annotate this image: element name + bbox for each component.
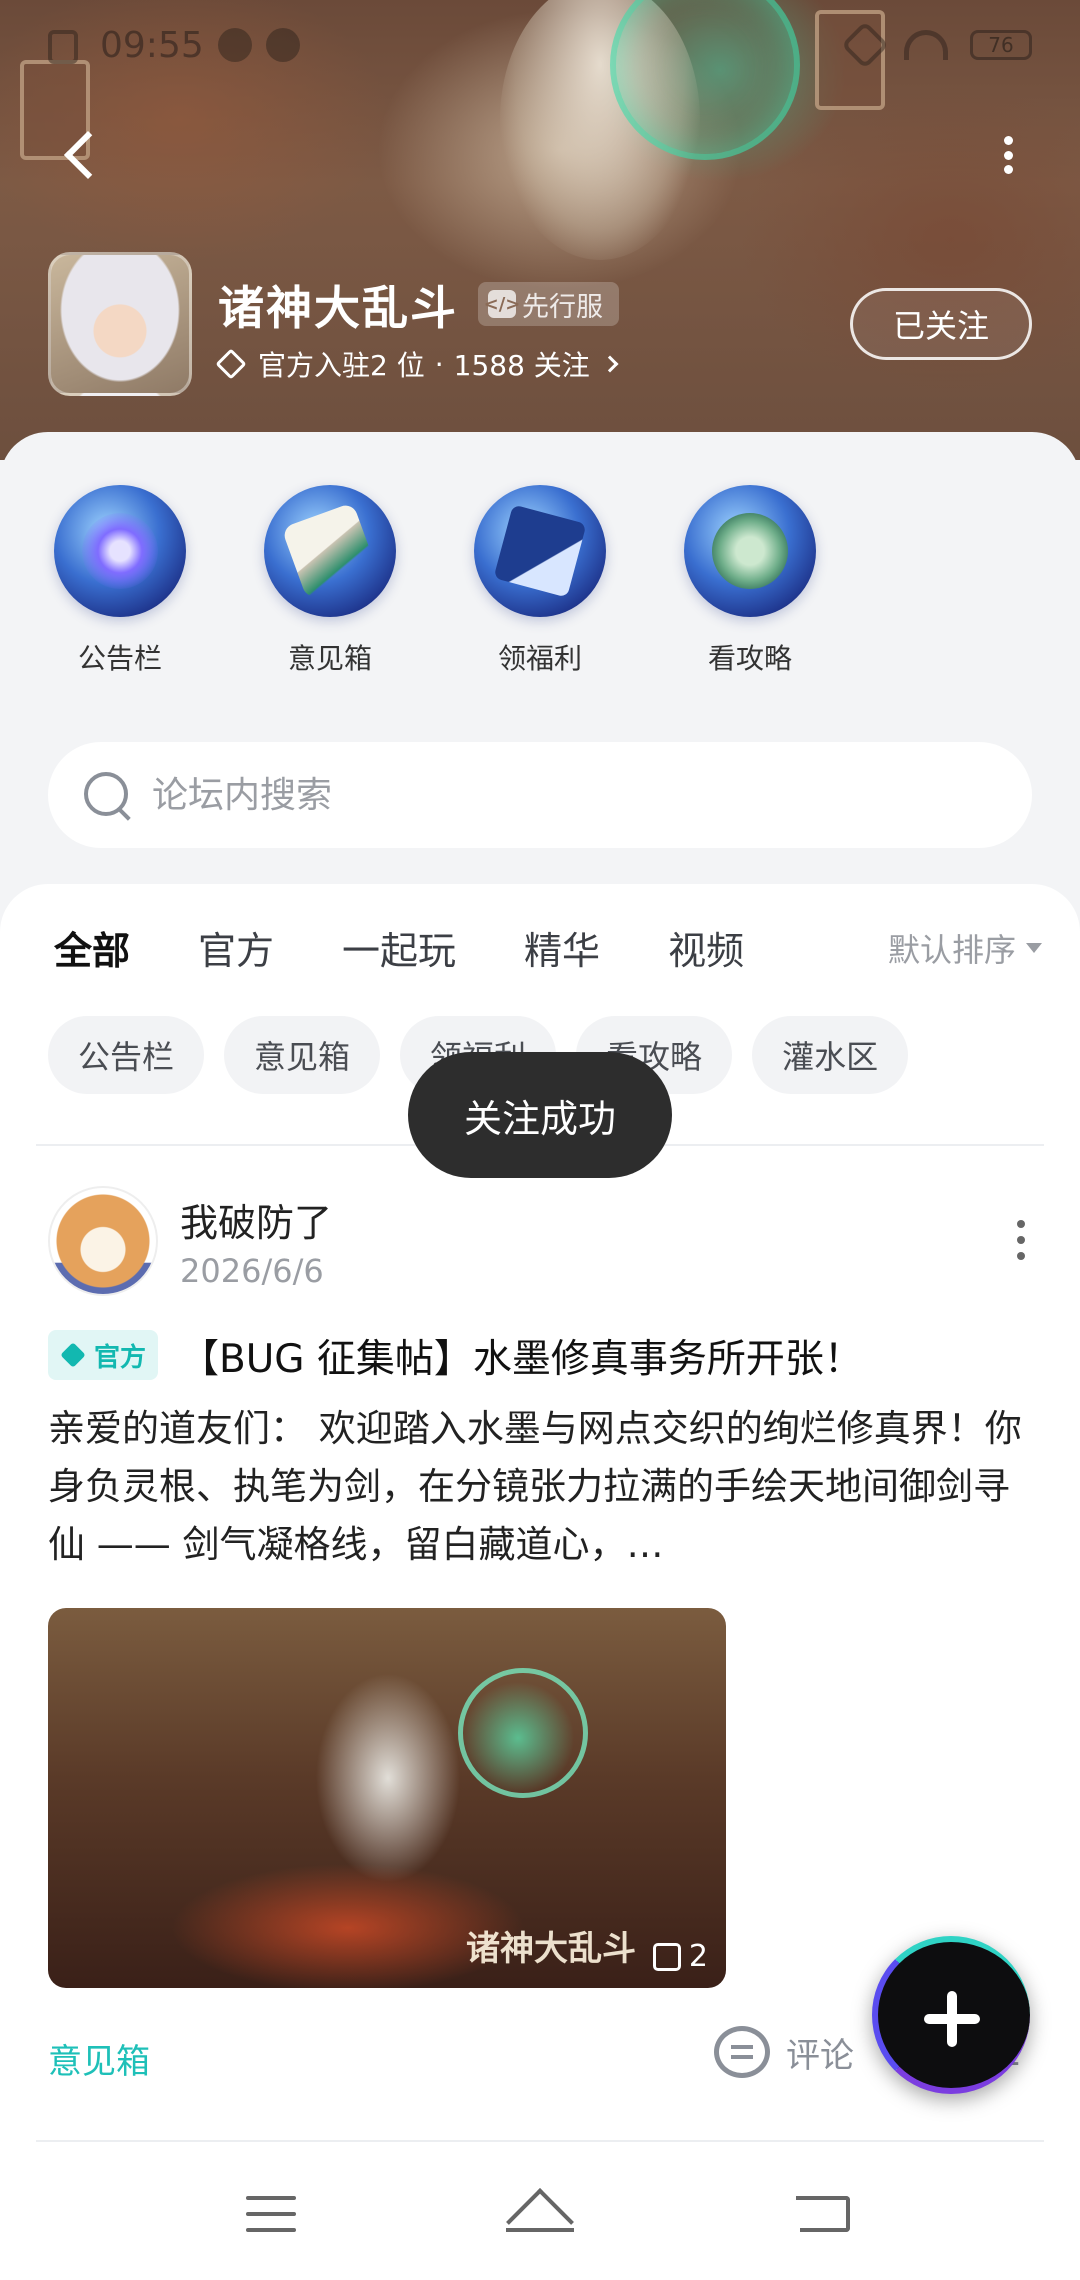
code-icon: </> [484, 290, 520, 318]
battery-icon: 76 [970, 30, 1032, 60]
tab-video[interactable]: 视频 [668, 920, 744, 975]
follower-count: 1588 关注 [453, 349, 590, 382]
sort-dropdown[interactable]: 默认排序 [888, 925, 1042, 971]
status-time: 09:55 [100, 24, 204, 66]
toast-message: 关注成功 [408, 1052, 672, 1178]
notification-icon [48, 30, 78, 64]
post-body[interactable]: 亲爱的道友们： 欢迎踏入水墨与网点交织的绚烂修真界！你身负灵根、执笔为剑，在分镜… [48, 1400, 1038, 1574]
scroll-orb-icon [264, 485, 396, 617]
caret-down-icon [1026, 943, 1042, 953]
image-watermark: 诸神大乱斗 [466, 1929, 636, 1969]
image-count-value: 2 [688, 1939, 708, 1974]
flag-orb-icon [474, 485, 606, 617]
post-category-tag[interactable]: 意见箱 [48, 2034, 150, 2083]
image-count: 2 [652, 1939, 708, 1974]
meta-separator: · [434, 347, 444, 381]
quick-link-guides[interactable]: 看攻略 [680, 485, 820, 677]
home-icon[interactable] [506, 2188, 574, 2256]
game-title: 诸神大乱斗 [218, 281, 458, 335]
post-more-button[interactable] [1014, 1220, 1028, 1260]
wifi-icon [904, 30, 948, 60]
comment-label: 评论 [786, 2035, 854, 2076]
image-art-ring [458, 1668, 588, 1798]
gallery-icon [652, 1942, 681, 1971]
tab-play-together[interactable]: 一起玩 [342, 920, 456, 975]
quick-link-feedback[interactable]: 意见箱 [260, 485, 400, 677]
follow-button[interactable]: 已关注 [850, 288, 1032, 360]
chip-bulletin[interactable]: 公告栏 [48, 1016, 205, 1094]
mute-icon [840, 20, 890, 70]
quick-link-bulletin[interactable]: 公告栏 [50, 485, 190, 677]
search-icon [82, 770, 132, 820]
search-input[interactable] [152, 774, 952, 816]
game-meta-link[interactable]: 官方入驻2 位 · 1588 关注 [215, 344, 619, 384]
app-notification-icon [265, 28, 300, 62]
official-count: 官方入驻2 位 [258, 349, 425, 382]
official-badge: 官方 [48, 1330, 159, 1380]
quick-link-label: 领福利 [497, 642, 582, 675]
back-button[interactable] [56, 125, 113, 185]
official-badge-label: 官方 [94, 1342, 147, 1373]
back-nav-icon[interactable] [796, 2196, 850, 2232]
forum-search-bar[interactable] [48, 742, 1032, 848]
more-options-button[interactable] [996, 130, 1020, 180]
quick-link-label: 公告栏 [77, 642, 162, 675]
weibo-icon [217, 28, 252, 62]
create-post-button[interactable] [872, 1936, 1030, 2094]
official-diamond-icon [60, 1342, 86, 1368]
feed-tabs: 全部 官方 一起玩 精华 视频 [54, 920, 744, 981]
quick-link-rewards[interactable]: 领福利 [470, 485, 610, 677]
back-arrow-icon [63, 130, 113, 180]
comment-button[interactable]: 评论 [714, 2026, 854, 2078]
lotus-orb-icon [684, 485, 816, 617]
divider [36, 2140, 1044, 2142]
post-title[interactable]: 【BUG 征集帖】水墨修真事务所开张！ [180, 1328, 863, 1384]
quick-link-label: 意见箱 [287, 642, 372, 675]
chip-feedback[interactable]: 意见箱 [224, 1016, 381, 1094]
chevron-right-icon [601, 355, 619, 373]
status-bar: 09:55 76 [0, 0, 1080, 90]
tab-all[interactable]: 全部 [54, 920, 130, 981]
comment-icon [714, 2026, 770, 2078]
chip-chat[interactable]: 灌水区 [752, 1016, 909, 1094]
post-author-name[interactable]: 我破防了 [180, 1192, 332, 1247]
post-date: 2026/6/6 [180, 1252, 324, 1290]
forum-header-banner: 09:55 76 诸神大乱斗 </> 先行服 官方入驻2 位 · 1588 关注… [0, 0, 1080, 460]
tab-featured[interactable]: 精华 [524, 920, 600, 975]
post-image[interactable]: 诸神大乱斗 2 [48, 1608, 726, 1988]
galaxy-orb-icon [54, 485, 186, 617]
game-icon[interactable] [48, 252, 192, 396]
avatar[interactable] [48, 1186, 158, 1296]
official-diamond-icon [215, 348, 247, 380]
tab-official[interactable]: 官方 [198, 920, 274, 975]
quick-link-label: 看攻略 [707, 642, 792, 675]
menu-icon[interactable] [246, 2196, 296, 2232]
server-badge: </> 先行服 [478, 282, 619, 326]
sort-label: 默认排序 [887, 931, 1016, 969]
server-badge-label: 先行服 [522, 291, 603, 323]
